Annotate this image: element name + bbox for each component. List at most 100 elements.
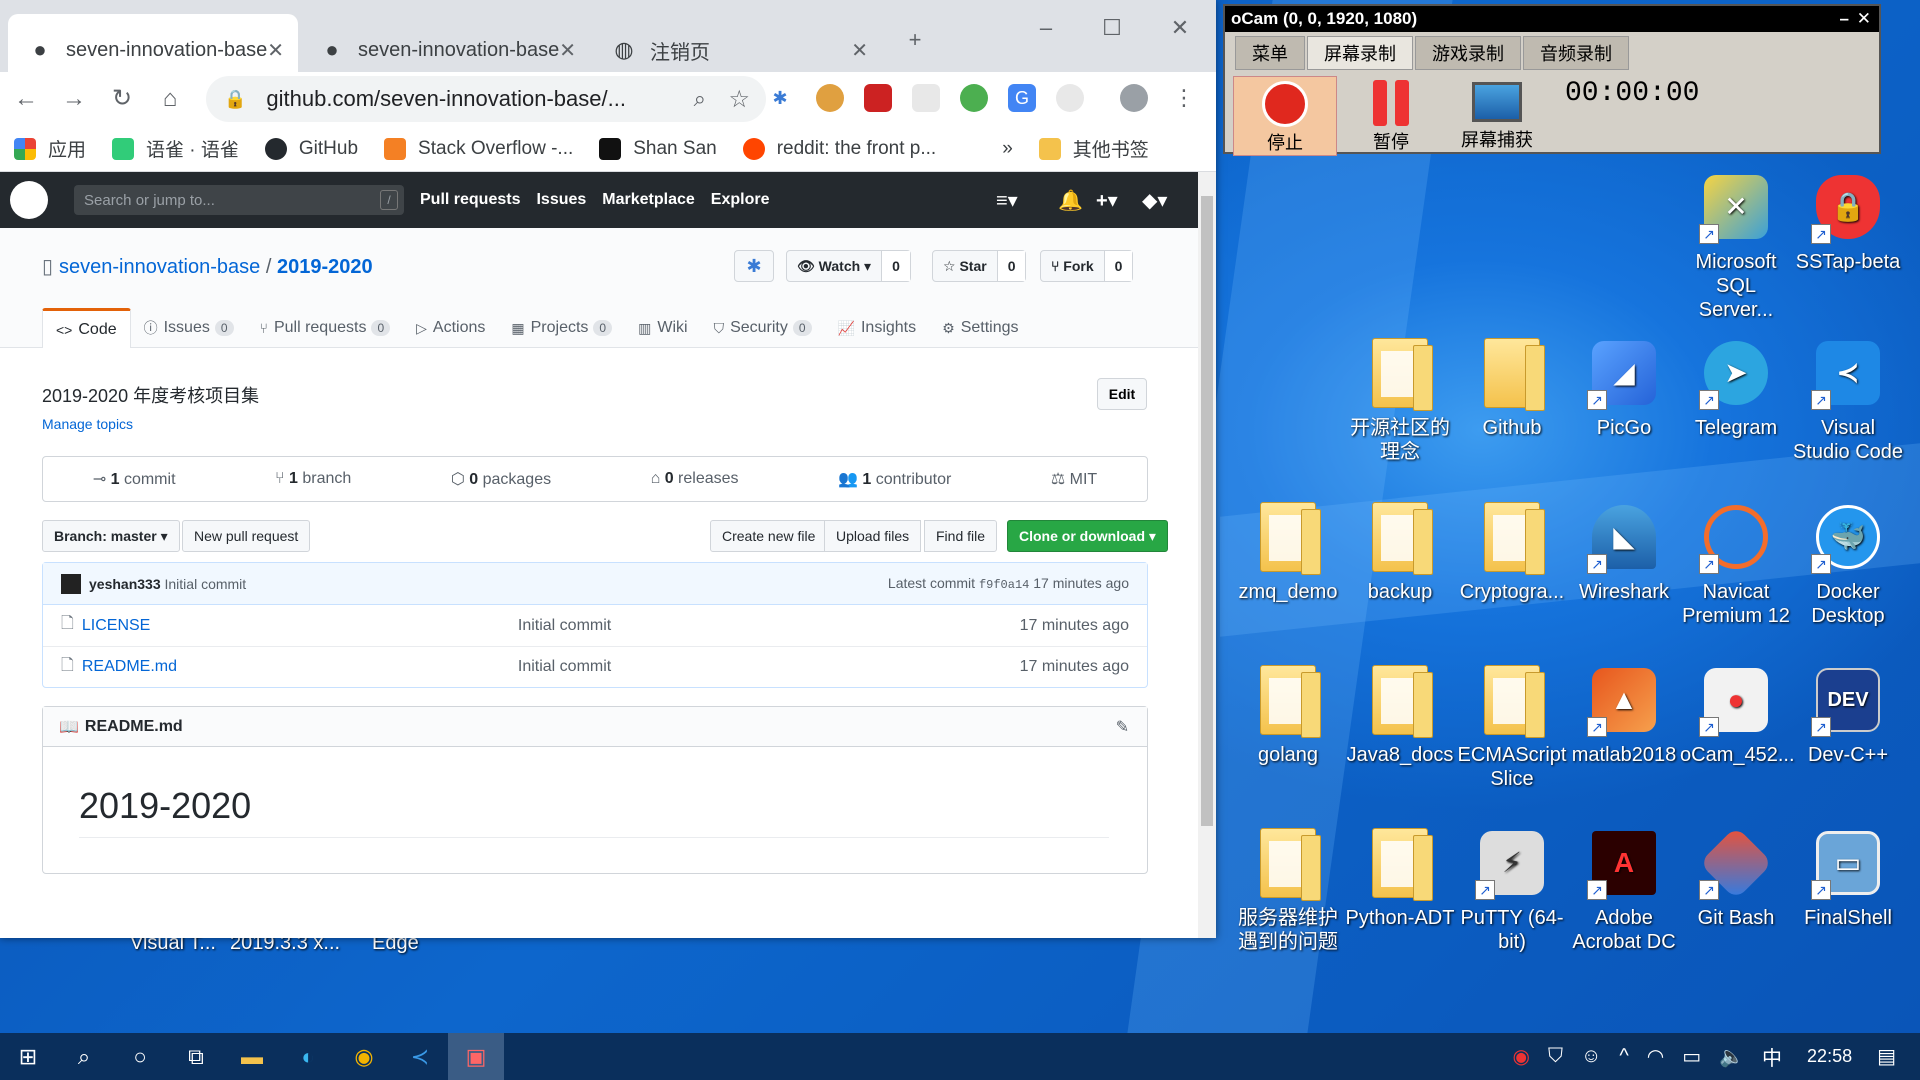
scrollbar-thumb[interactable] (1201, 196, 1213, 826)
reload-icon[interactable]: ↻ (98, 75, 146, 123)
find-file-button[interactable]: Find file (924, 520, 998, 552)
qq-icon[interactable]: ☺ (1581, 1045, 1601, 1068)
avatar[interactable]: ◆▾ (1142, 188, 1167, 213)
translate-icon[interactable]: G (1008, 84, 1036, 112)
avatar[interactable] (1120, 84, 1148, 112)
ocam-tab-screen-record[interactable]: 屏幕录制 (1307, 36, 1413, 70)
cookie-icon[interactable] (816, 84, 844, 112)
address-bar[interactable]: 🔒 github.com/seven-innovation-base/... ⌕ … (206, 76, 766, 122)
repo-name-link[interactable]: 2019-2020 (277, 256, 373, 278)
search-icon[interactable]: ⌕ (56, 1033, 112, 1080)
clone-or-download-button[interactable]: Clone or download ▾ (1007, 520, 1168, 552)
desktop-icon-backup[interactable]: backup (1344, 500, 1456, 604)
ocam-titlebar[interactable]: oCam (0, 0, 1920, 1080) – ✕ (1225, 6, 1879, 32)
desktop-icon-ecmascript[interactable]: ECMAScript Slice (1456, 663, 1568, 791)
back-icon[interactable]: ← (2, 75, 50, 123)
desktop-icon-java8docs[interactable]: Java8_docs (1344, 663, 1456, 767)
new-tab-button[interactable]: + (890, 20, 940, 60)
extension-icon[interactable]: ✱ (766, 84, 794, 112)
desktop-icon-devcpp[interactable]: DEV ↗ Dev-C++ (1792, 663, 1904, 767)
nav-marketplace[interactable]: Marketplace (602, 191, 695, 209)
desktop-icon-docker[interactable]: 🐳 ↗ Docker Desktop (1792, 500, 1904, 628)
search-input[interactable]: Search or jump to... / (74, 185, 404, 215)
packages-link[interactable]: ⬡ 0 packages (451, 469, 551, 489)
star-count[interactable]: 0 (996, 251, 1026, 281)
commits-link[interactable]: ⊸ 1 commit (93, 469, 176, 489)
manage-topics-link[interactable]: Manage topics (42, 416, 133, 432)
desktop-icon-oss-folder[interactable]: 开源社区的理念 (1344, 336, 1456, 464)
extension-icon[interactable] (912, 84, 940, 112)
license-link[interactable]: ⚖ MIT (1051, 469, 1097, 489)
extension-button[interactable]: ✱ (734, 250, 774, 282)
desktop-icon-finalshell[interactable]: ▭ ↗ FinalShell (1792, 826, 1904, 930)
edit-button[interactable]: Edit (1097, 378, 1147, 410)
repo-owner-link[interactable]: seven-innovation-base (59, 256, 260, 278)
tab-projects[interactable]: ▦ Projects 0 (498, 308, 625, 348)
close-icon[interactable]: ✕ (1857, 6, 1871, 32)
ime-indicator[interactable]: 中 (1762, 1042, 1782, 1071)
desktop-icon-navicat[interactable]: ↗ Navicat Premium 12 (1680, 500, 1792, 628)
volume-icon[interactable]: 🔈 (1719, 1044, 1744, 1069)
fork-button[interactable]: ⑂ Fork 0 (1040, 250, 1134, 282)
commit-message[interactable]: Initial commit (165, 576, 247, 592)
bell-icon[interactable]: 🔔 (1058, 188, 1083, 213)
desktop-icon-ocam-installer[interactable]: ● ↗ oCam_452... (1680, 663, 1795, 767)
ruby-icon[interactable] (864, 84, 892, 112)
tab-code[interactable]: <> Code (42, 308, 131, 348)
watch-count[interactable]: 0 (881, 251, 910, 281)
contributors-link[interactable]: 👥 1 contributor (838, 469, 951, 489)
extension-icon[interactable] (1056, 84, 1084, 112)
desktop-icon-gitbash[interactable]: ↗ Git Bash (1680, 826, 1792, 930)
search-icon[interactable]: ⌕ (694, 86, 706, 112)
screen-capture-button[interactable]: 屏幕捕获 (1445, 76, 1549, 156)
home-icon[interactable]: ⌂ (146, 75, 194, 123)
ocam-taskbar-icon[interactable]: ▣ (448, 1033, 504, 1080)
file-explorer-icon[interactable]: ▬ (224, 1033, 280, 1080)
vscode-icon[interactable]: ≺ (392, 1033, 448, 1080)
notification-icon[interactable]: ▤ (1877, 1044, 1896, 1069)
desktop-icon-putty[interactable]: ⚡ ↗ PuTTY (64-bit) (1456, 826, 1568, 954)
clock[interactable]: 22:58 (1807, 1046, 1852, 1067)
file-commit-message[interactable]: Initial commit (518, 658, 611, 676)
bookmarks-overflow[interactable]: » (1002, 138, 1013, 160)
maximize-button[interactable]: ☐ (1082, 8, 1142, 48)
desktop-icon-zmq[interactable]: zmq_demo (1232, 500, 1344, 604)
cortana-icon[interactable]: ○ (112, 1033, 168, 1080)
forward-icon[interactable]: → (50, 75, 98, 123)
desktop-icon-crypto[interactable]: Cryptogra... (1456, 500, 1568, 604)
tab-pull-requests[interactable]: ⑂ Pull requests 0 (247, 308, 404, 348)
bookmark-shansan[interactable]: Shan San (599, 137, 717, 160)
tab-actions[interactable]: ▷ Actions (403, 308, 498, 348)
file-name-link[interactable]: LICENSE (82, 617, 518, 635)
desktop-icon-sqlserver[interactable]: ✕ ↗ Microsoft SQL Server... (1680, 170, 1792, 322)
create-new-file-button[interactable]: Create new file (710, 520, 828, 552)
desktop-icon-golang[interactable]: golang (1232, 663, 1344, 767)
bookmark-star-icon[interactable]: ☆ (728, 85, 750, 114)
nav-pull-requests[interactable]: Pull requests (420, 191, 520, 209)
tab-insights[interactable]: 📈 Insights (825, 308, 930, 348)
nav-explore[interactable]: Explore (711, 191, 770, 209)
chrome-icon[interactable]: ◉ (336, 1033, 392, 1080)
releases-link[interactable]: ⌂ 0 releases (651, 470, 739, 488)
upload-files-button[interactable]: Upload files (824, 520, 922, 552)
desktop-icon-picgo[interactable]: ◢ ↗ PicGo (1568, 336, 1680, 440)
record-icon[interactable]: ◉ (1513, 1044, 1530, 1069)
task-view-icon[interactable]: ⧉ (168, 1033, 224, 1080)
windows-start-icon[interactable]: ⊞ (0, 1033, 56, 1080)
bookmark-yuque[interactable]: 语雀 · 语雀 (112, 135, 239, 162)
ocam-tab-menu[interactable]: 菜单 (1235, 36, 1305, 70)
ocam-tab-audio-record[interactable]: 音频录制 (1523, 36, 1629, 70)
file-name-link[interactable]: README.md (82, 658, 518, 676)
edge-icon[interactable]: ◐ (280, 1033, 336, 1080)
branches-link[interactable]: ⑂ 1 branch (275, 470, 351, 488)
branch-select[interactable]: Branch: master ▾ (42, 520, 180, 552)
stop-button[interactable]: 停止 (1233, 76, 1337, 156)
desktop-icon-acrobat[interactable]: A ↗ Adobe Acrobat DC (1568, 826, 1680, 954)
desktop-icon-wireshark[interactable]: ◣ ↗ Wireshark (1568, 500, 1680, 604)
close-icon[interactable]: ✕ (851, 38, 868, 63)
watch-button[interactable]: 👁 Watch ▾ 0 (786, 250, 911, 282)
fork-count[interactable]: 0 (1103, 251, 1133, 281)
wifi-icon[interactable]: ◠ (1647, 1044, 1664, 1069)
bookmark-reddit[interactable]: reddit: the front p... (742, 137, 936, 160)
close-icon[interactable]: ✕ (267, 38, 284, 63)
